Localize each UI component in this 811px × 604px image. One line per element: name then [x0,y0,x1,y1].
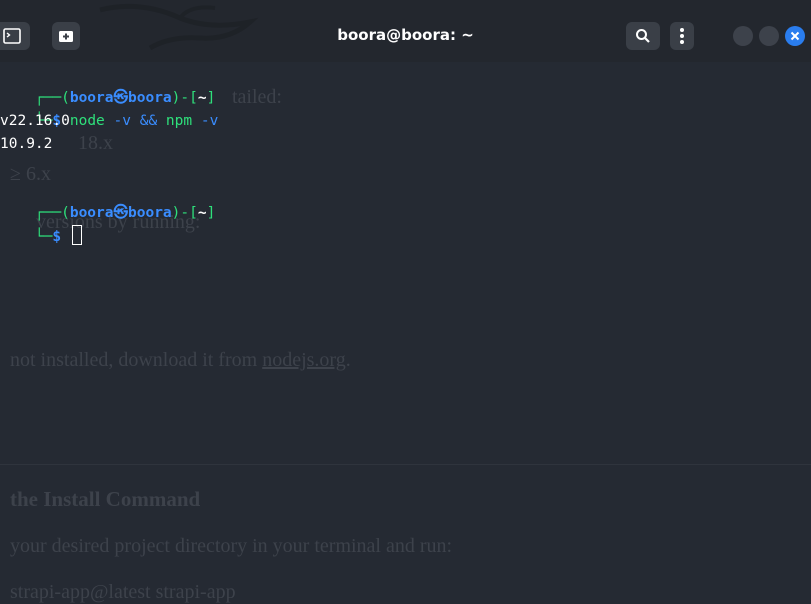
search-button[interactable] [626,22,660,50]
command-line: └─$ node -v && npm -v [34,113,219,129]
prompt-line: ┌──(boora㉿boora)-[~] [34,90,216,106]
terminal-titlebar: boora@boora: ~ [0,0,811,62]
text-cursor [71,225,82,245]
maximize-button[interactable] [759,26,779,46]
output-line: 10.9.2 [0,136,53,152]
close-icon [790,31,800,41]
minimize-button[interactable] [733,26,753,46]
close-button[interactable] [785,26,805,46]
prompt-line: ┌──(boora㉿boora)-[~] [34,205,216,221]
terminal-output-area[interactable]: ┌──(boora㉿boora)-[~] └─$ node -v && npm … [0,62,811,601]
options-menu-button[interactable] [670,22,694,50]
command-line[interactable]: └─$ [0,202,82,245]
kebab-menu-icon [680,28,684,44]
search-icon [636,29,650,43]
output-line: v22.16.0 [0,113,70,129]
